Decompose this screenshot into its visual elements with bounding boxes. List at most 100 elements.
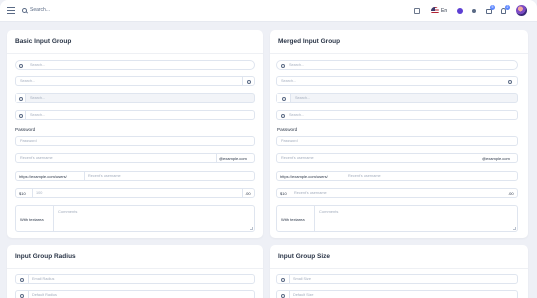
search-placeholder: Search... bbox=[30, 113, 46, 118]
divider bbox=[289, 275, 290, 283]
divider bbox=[28, 291, 29, 298]
card-title: Merged Input Group bbox=[270, 30, 528, 54]
divider bbox=[242, 189, 243, 197]
resize-handle[interactable] bbox=[250, 227, 253, 230]
currency-prefix: $10 bbox=[19, 191, 26, 197]
search-field-3-disabled: Search... bbox=[15, 93, 255, 103]
search-icon bbox=[281, 63, 285, 68]
card-title: Input Group Radius bbox=[7, 245, 263, 269]
app-frame: Search... En 5 2 Basic Input Group Searc… bbox=[0, 0, 537, 298]
gear-icon bbox=[19, 63, 23, 68]
gear-addon bbox=[16, 61, 26, 69]
username-field[interactable]: Recent's username @example.com bbox=[15, 153, 255, 163]
search-field-2[interactable]: Search... bbox=[276, 76, 518, 86]
textarea-addon-label: With textarea bbox=[281, 216, 305, 222]
search-placeholder: Search... bbox=[289, 63, 305, 68]
avatar[interactable] bbox=[516, 5, 527, 16]
small-size-field[interactable]: Small Size bbox=[276, 274, 518, 284]
search-placeholder: Search... bbox=[295, 96, 311, 101]
divider bbox=[84, 172, 85, 180]
default-radius-field[interactable]: Default Radius bbox=[15, 290, 255, 298]
search-field-4[interactable]: Search... bbox=[276, 110, 518, 120]
currency-prefix: $10 bbox=[280, 191, 287, 197]
search-icon bbox=[20, 293, 24, 298]
password-label: Password bbox=[15, 127, 36, 132]
url-prefix: https://example.com/users/ bbox=[280, 174, 328, 180]
card-title: Input Group Size bbox=[270, 245, 528, 269]
email-suffix: @example.com bbox=[482, 156, 510, 162]
grid-icon[interactable] bbox=[414, 8, 420, 14]
search-placeholder: Search... bbox=[281, 79, 297, 84]
textarea-addon-label: With textarea bbox=[20, 216, 44, 222]
username-field[interactable]: Recent's username @example.com bbox=[276, 153, 518, 163]
gear-addon bbox=[16, 94, 26, 102]
search-field-4[interactable]: Search... bbox=[15, 110, 255, 120]
email-radius-placeholder: Email Radius bbox=[32, 277, 55, 282]
search-icon bbox=[20, 277, 24, 282]
amount-placeholder: 100 bbox=[36, 191, 43, 196]
password-label: Password bbox=[277, 127, 298, 132]
small-size-placeholder: Small Size bbox=[293, 277, 311, 282]
textarea-addon: With textarea bbox=[16, 206, 54, 231]
email-radius-field[interactable]: Email Radius bbox=[15, 274, 255, 284]
textarea-placeholder: Comments bbox=[58, 209, 78, 214]
card-input-group-radius: Input Group Radius Email Radius Default … bbox=[7, 245, 263, 298]
cents-suffix: .00 bbox=[508, 191, 514, 197]
menu-icon[interactable] bbox=[7, 7, 15, 14]
search-icon[interactable] bbox=[22, 8, 27, 13]
cart-badge: 5 bbox=[490, 5, 495, 10]
default-radius-placeholder: Default Radius bbox=[32, 293, 57, 298]
gear-addon bbox=[277, 94, 291, 102]
flag-icon[interactable] bbox=[431, 7, 439, 15]
url-prefix: https://example.com/users/ bbox=[19, 174, 67, 180]
search-field-1[interactable]: Search... bbox=[276, 60, 518, 70]
search-icon bbox=[281, 293, 285, 298]
search-field-1[interactable]: Search... bbox=[15, 60, 255, 70]
theme-icon[interactable] bbox=[457, 8, 463, 14]
password-field[interactable]: Password bbox=[276, 136, 518, 146]
username-placeholder: Recent's username bbox=[20, 156, 53, 161]
search-icon bbox=[508, 79, 512, 84]
card-merged-input-group: Merged Input Group Search... Search... S… bbox=[270, 30, 528, 238]
gear-icon bbox=[19, 113, 23, 118]
gear-addon bbox=[16, 111, 26, 119]
divider bbox=[289, 291, 290, 298]
comments-textarea[interactable]: With textarea Comments bbox=[15, 205, 255, 232]
language-label[interactable]: En bbox=[441, 8, 447, 14]
card-basic-input-group: Basic Input Group Search... Search... Se… bbox=[7, 30, 263, 238]
search-placeholder: Search... bbox=[289, 113, 305, 118]
default-size-field[interactable]: Default Size bbox=[276, 290, 518, 298]
notification-badge: 2 bbox=[505, 5, 510, 10]
cents-suffix: .00 bbox=[245, 191, 251, 197]
url-username-placeholder: Recent's username bbox=[88, 174, 121, 179]
divider bbox=[32, 189, 33, 197]
card-input-group-size: Input Group Size Small Size Default Size bbox=[270, 245, 528, 298]
resize-handle[interactable] bbox=[513, 227, 516, 230]
textarea-addon: With textarea bbox=[277, 206, 315, 231]
password-field[interactable]: Password bbox=[15, 136, 255, 146]
search-field-3-disabled: Search... bbox=[276, 93, 518, 103]
search-placeholder: Search... bbox=[20, 79, 36, 84]
search-placeholder: Search... bbox=[30, 96, 46, 101]
url-field[interactable]: https://example.com/users/ Recent's user… bbox=[15, 171, 255, 181]
top-search-input[interactable]: Search... bbox=[30, 7, 50, 13]
url-field[interactable]: https://example.com/users/ Recent's user… bbox=[276, 171, 518, 181]
gear-icon bbox=[19, 96, 23, 101]
search-placeholder: Search... bbox=[30, 63, 46, 68]
gear-addon bbox=[242, 77, 254, 85]
username-placeholder: Recent's username bbox=[281, 156, 314, 161]
default-size-placeholder: Default Size bbox=[293, 293, 314, 298]
search-field-2[interactable]: Search... bbox=[15, 76, 255, 86]
password-placeholder: Password bbox=[20, 139, 37, 144]
textarea-placeholder: Comments bbox=[319, 209, 339, 214]
amount-field[interactable]: $10 100 .00 bbox=[15, 188, 255, 198]
email-suffix: @example.com bbox=[219, 156, 247, 162]
gear-icon bbox=[281, 96, 286, 101]
topbar: Search... En 5 2 bbox=[0, 0, 537, 22]
search-icon bbox=[281, 277, 285, 282]
url-username-placeholder: Recent's username bbox=[348, 174, 381, 179]
amount-field[interactable]: $10 Recent's username .00 bbox=[276, 188, 518, 198]
comments-textarea[interactable]: With textarea Comments bbox=[276, 205, 518, 232]
gear-icon bbox=[247, 79, 251, 84]
sun-icon[interactable] bbox=[472, 9, 476, 13]
